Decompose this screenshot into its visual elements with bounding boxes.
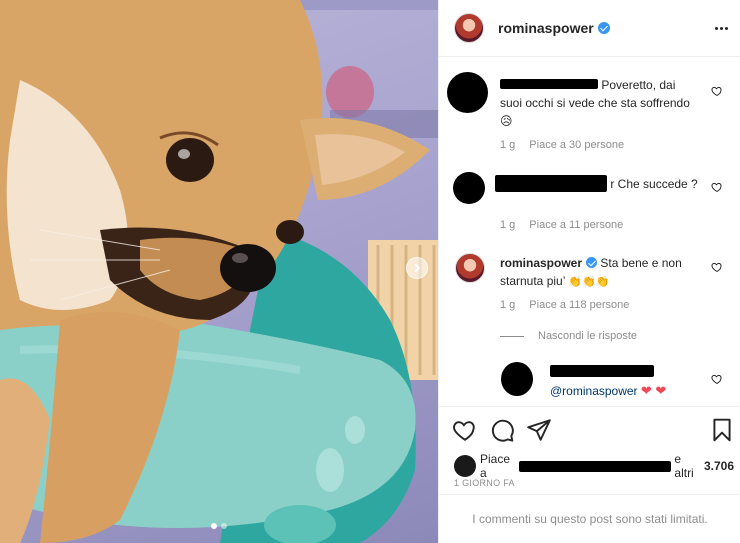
hide-replies-label: Nascondi le risposte [538, 330, 638, 342]
carousel-next-button[interactable] [406, 257, 428, 279]
comment-likes-count[interactable]: Piace a 118 persone [529, 299, 629, 311]
carousel-dot [221, 523, 227, 529]
post-timestamp[interactable]: 1 GIORNO FA [454, 478, 515, 488]
comment-likes-count[interactable]: Piace a 30 persone [529, 139, 624, 151]
avatar[interactable] [501, 362, 533, 396]
redacted-username [500, 79, 598, 89]
redacted-username [495, 175, 607, 192]
divider [500, 335, 524, 337]
comment-likes-count[interactable]: Piace a 11 persone [529, 219, 623, 231]
chevron-right-icon [411, 263, 421, 273]
avatar[interactable] [455, 253, 485, 283]
likes-count: 3.706 [703, 459, 734, 473]
heart-icon[interactable] [711, 373, 723, 385]
heart-icon[interactable] [711, 261, 723, 273]
post-side-panel: rominaspower Poveretto, dai suoi occhi s… [438, 0, 740, 543]
likes-suffix: e altri [674, 452, 694, 480]
comment-text: Poveretto, dai suoi occhi si vede che st… [500, 76, 700, 130]
share-icon[interactable] [526, 417, 552, 443]
redacted-username [519, 460, 672, 472]
avatar[interactable] [453, 172, 485, 204]
comment-text: r Che succede ? [495, 175, 705, 193]
comment-body: r Che succede ? [610, 177, 698, 191]
heart-icon[interactable] [711, 85, 723, 97]
redacted-username [550, 365, 654, 377]
author-username[interactable]: rominaspower [498, 20, 594, 36]
likes-prefix: Piace a [480, 452, 511, 480]
hide-replies-button[interactable]: Nascondi le risposte [500, 330, 637, 342]
more-options-button[interactable] [709, 17, 733, 39]
post-header: rominaspower [439, 0, 740, 57]
clap-emoji: 👏👏👏 [568, 276, 610, 288]
heart-icon[interactable] [452, 417, 478, 443]
verified-badge-icon [586, 257, 598, 268]
carousel-dots [0, 523, 438, 529]
comments-list: Poveretto, dai suoi occhi si vede che st… [439, 58, 740, 406]
comments-limited-notice: I commenti su questo post sono stati lim… [439, 494, 740, 543]
comment-icon[interactable] [489, 417, 515, 443]
comment-meta: 1 g Piace a 118 persone [500, 299, 629, 311]
reply-text: @rominaspower ❤ ❤ [550, 364, 710, 400]
avatar[interactable] [454, 13, 484, 43]
bookmark-icon[interactable] [709, 417, 735, 443]
comment-time: 1 g [500, 139, 516, 151]
post-photo [0, 0, 438, 543]
avatar[interactable] [447, 72, 488, 113]
mention-link[interactable]: @rominaspower [550, 384, 638, 398]
chihuahua-photo [0, 0, 438, 543]
comment-author[interactable]: rominaspower [500, 256, 582, 270]
comment-time: 1 g [500, 299, 516, 311]
carousel-dot [211, 523, 217, 529]
comment-meta: 1 g Piace a 30 persone [500, 139, 624, 151]
likes-summary[interactable]: Piace a e altri 3.706 [454, 452, 734, 480]
comment-text: rominaspower Sta bene e non starnuta piu… [500, 254, 700, 291]
avatar [454, 455, 476, 477]
post-actions [439, 406, 740, 454]
comments-limited-text: I commenti su questo post sono stati lim… [472, 512, 708, 526]
comment-meta: 1 g Piace a 11 persone [500, 219, 623, 231]
heart-icon[interactable] [711, 181, 723, 193]
heart-emoji: ❤ ❤ [640, 383, 667, 398]
verified-badge-icon [597, 22, 610, 34]
comment-time: 1 g [500, 219, 516, 231]
